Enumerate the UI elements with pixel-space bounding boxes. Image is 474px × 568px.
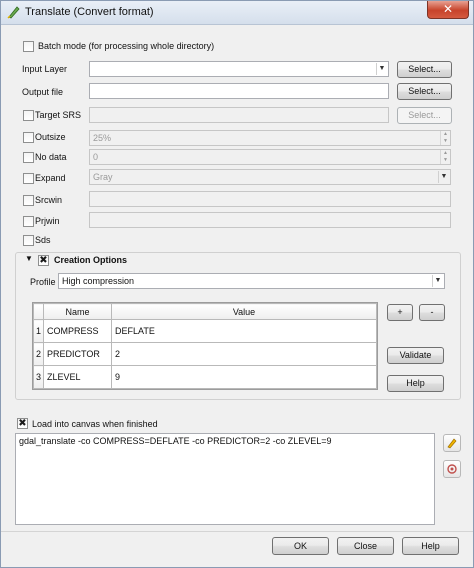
option-name-cell[interactable]: COMPRESS [43,319,112,343]
prjwin-label: Prjwin [35,216,60,226]
table-header-row: Name Value [33,303,377,320]
row-number[interactable]: 2 [33,342,44,366]
no-data-spinbox[interactable]: 0 ▲ ▼ [89,149,451,165]
input-layer-combo[interactable]: ▼ [89,61,389,77]
table-row[interactable]: 1 COMPRESS DEFLATE [33,319,377,343]
sds-label: Sds [35,235,51,245]
close-window-button[interactable]: ✕ [427,1,469,19]
close-button[interactable]: Close [337,537,394,555]
target-srs-label: Target SRS [35,110,82,120]
close-icon: ✕ [442,2,454,16]
row-number[interactable]: 1 [33,319,44,343]
input-layer-label: Input Layer [22,64,68,74]
expand-checkbox[interactable] [23,173,34,184]
sds-checkbox[interactable] [23,235,34,246]
spin-arrows-icon: ▲ ▼ [440,131,450,145]
target-srs-checkbox[interactable] [23,110,34,121]
title-bar: Translate (Convert format) ✕ [1,1,473,25]
validate-button[interactable]: Validate [387,347,444,364]
option-name-cell[interactable]: PREDICTOR [43,342,112,366]
translate-dialog: Translate (Convert format) ✕ Batch mode … [0,0,474,568]
option-value-cell[interactable]: 2 [111,342,377,366]
srcwin-label: Srcwin [35,195,63,205]
no-data-checkbox[interactable] [23,152,34,163]
options-help-button[interactable]: Help [387,375,444,392]
corner-cell [33,303,44,320]
command-textarea[interactable]: gdal_translate -co COMPRESS=DEFLATE -co … [15,433,435,525]
collapse-arrow-icon[interactable]: ▼ [25,254,33,263]
target-srs-input[interactable] [89,107,389,123]
check-icon: ✖ [18,418,27,429]
expand-value: Gray [93,172,113,182]
no-data-label: No data [35,152,67,162]
batch-mode-label: Batch mode (for processing whole directo… [38,41,215,51]
creation-options-title: Creation Options [54,255,128,265]
load-canvas-label: Load into canvas when finished [32,419,158,429]
options-table: Name Value 1 COMPRESS DEFLATE 2 PREDICTO… [32,302,378,390]
load-canvas-checkbox[interactable]: ✖ [17,418,28,429]
table-row[interactable]: 2 PREDICTOR 2 [33,342,377,366]
chevron-down-icon: ▼ [438,171,449,183]
option-value-cell[interactable]: DEFLATE [111,319,377,343]
reset-icon[interactable] [443,460,461,478]
row-number[interactable]: 3 [33,365,44,389]
outsize-checkbox[interactable] [23,132,34,143]
chevron-down-icon: ▼ [376,63,387,75]
column-header-name[interactable]: Name [43,303,112,320]
bottom-divider [1,531,473,532]
option-value-cell[interactable]: 9 [111,365,377,389]
add-option-button[interactable]: + [387,304,413,321]
pencil-icon[interactable] [443,434,461,452]
batch-mode-checkbox[interactable] [23,41,34,52]
output-file-label: Output file [22,87,64,97]
no-data-value: 0 [93,152,99,162]
creation-options-checkbox[interactable]: ✖ [38,255,49,266]
expand-label: Expand [35,173,66,183]
target-srs-select-button[interactable]: Select... [397,107,452,124]
output-file-select-button[interactable]: Select... [397,83,452,100]
input-layer-select-button[interactable]: Select... [397,61,452,78]
ok-button[interactable]: OK [272,537,329,555]
remove-option-button[interactable]: - [419,304,445,321]
spin-arrows-icon: ▲ ▼ [440,150,450,164]
profile-combo[interactable]: High compression ▼ [58,273,445,289]
profile-label: Profile [30,277,56,287]
table-row[interactable]: 3 ZLEVEL 9 [33,365,377,389]
qgis-translate-icon [7,6,20,19]
prjwin-input[interactable] [89,212,451,228]
output-file-input[interactable] [89,83,389,99]
profile-value: High compression [62,276,135,286]
srcwin-checkbox[interactable] [23,195,34,206]
outsize-label: Outsize [35,132,66,142]
check-icon: ✖ [39,255,48,266]
prjwin-checkbox[interactable] [23,216,34,227]
column-header-value[interactable]: Value [111,303,377,320]
outsize-value: 25% [93,133,112,143]
chevron-down-icon: ▼ [432,275,443,287]
outsize-spinbox[interactable]: 25% ▲ ▼ [89,130,451,146]
expand-combo[interactable]: Gray ▼ [89,169,451,185]
srcwin-input[interactable] [89,191,451,207]
help-button[interactable]: Help [402,537,459,555]
option-name-cell[interactable]: ZLEVEL [43,365,112,389]
command-text: gdal_translate -co COMPRESS=DEFLATE -co … [19,436,332,446]
window-title: Translate (Convert format) [25,6,154,18]
